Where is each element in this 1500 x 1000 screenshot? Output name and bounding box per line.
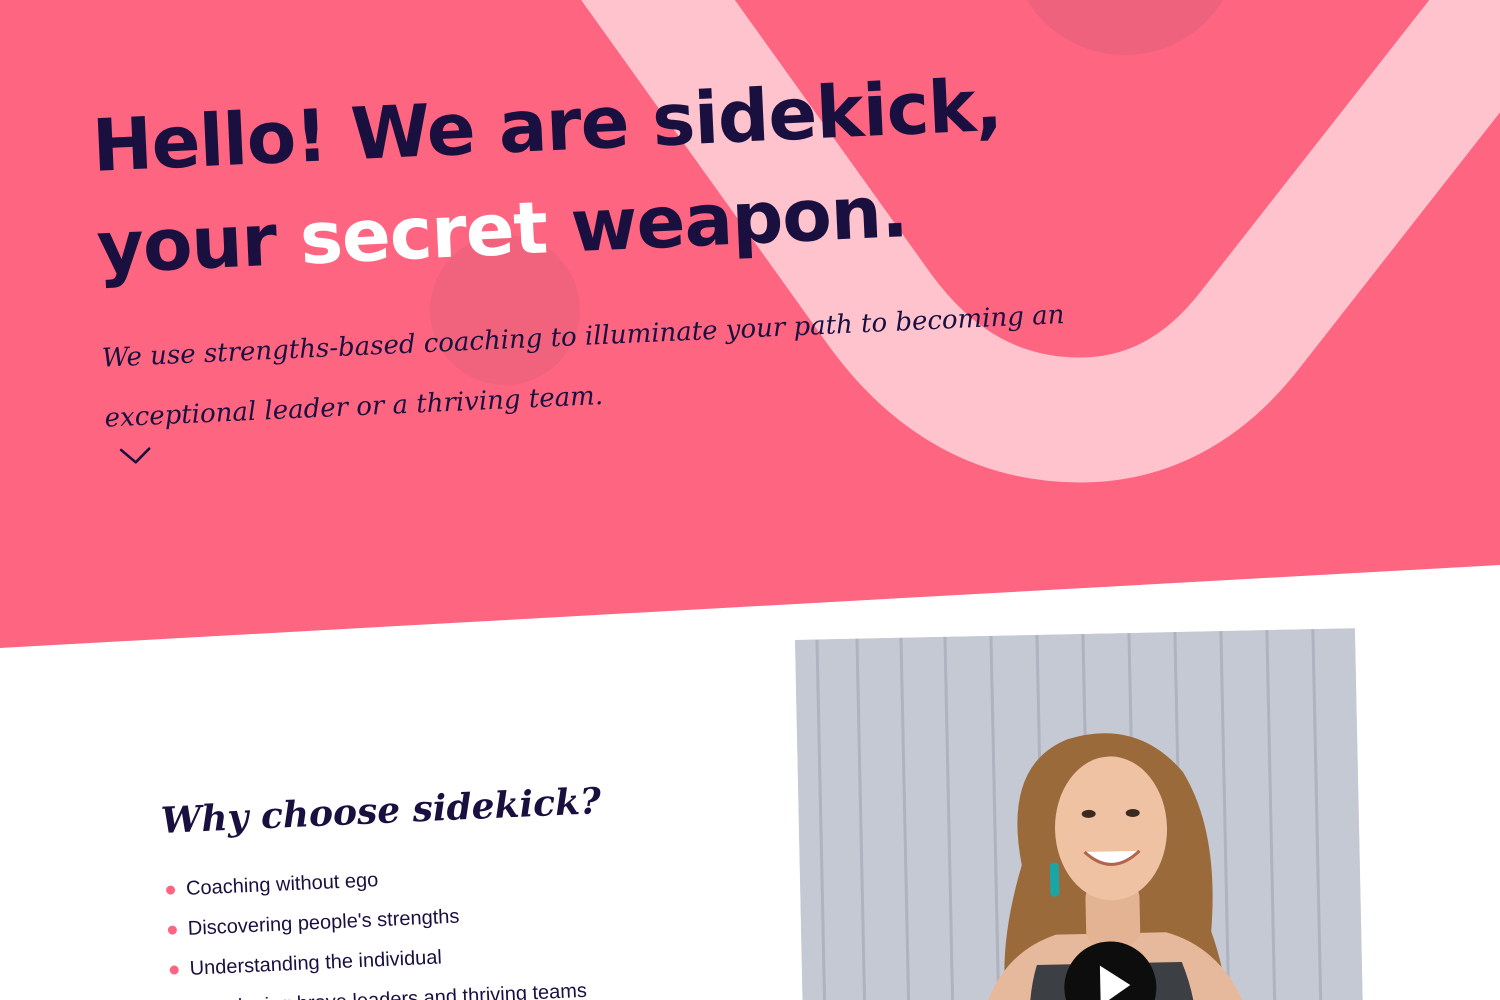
video-thumbnail[interactable] [795, 628, 1364, 1000]
why-item-text: Discovering people's strengths [187, 905, 460, 940]
why-section: Why choose sidekick? Coaching without eg… [0, 0, 1500, 1000]
why-item-text: Coaching without ego [185, 869, 379, 900]
bullet-dot [169, 965, 179, 975]
earring [1049, 862, 1060, 897]
bullet-dot [167, 925, 178, 935]
why-list: Coaching without ego Discovering people'… [163, 846, 690, 1000]
why-item-text: Understanding the individual [189, 946, 443, 980]
page: Hello! We are sidekick, your secret weap… [0, 0, 1500, 1000]
coach-photo [795, 628, 1364, 1000]
why-block: Why choose sidekick? Coaching without eg… [160, 776, 690, 1000]
bullet-dot [165, 885, 176, 895]
why-title: Why choose sidekick? [160, 780, 602, 842]
